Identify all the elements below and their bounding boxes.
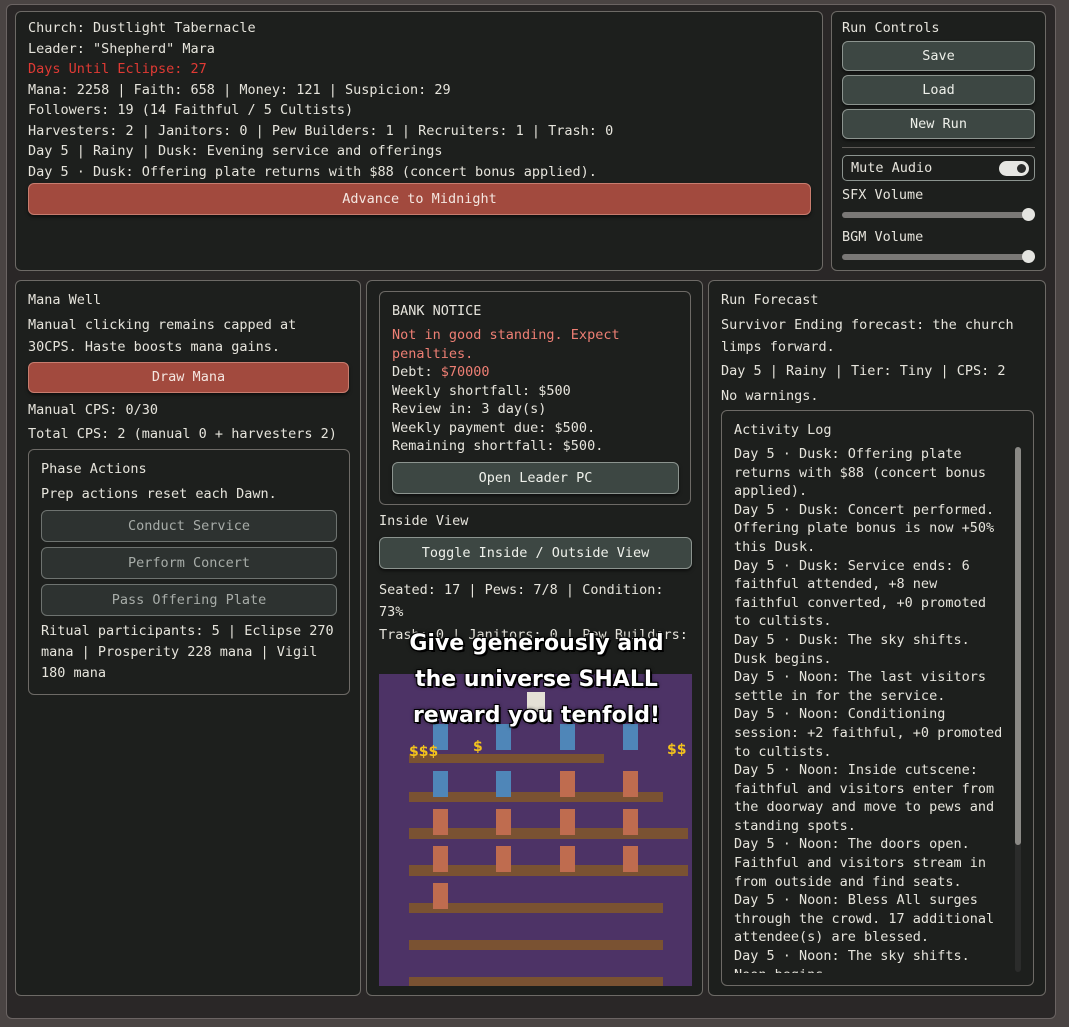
- mana-well-panel: Mana Well Manual clicking remains capped…: [15, 280, 361, 996]
- activity-log-list[interactable]: Day 5 · Dusk: Offering plate returns wit…: [734, 445, 1010, 973]
- phase-actions-title: Phase Actions: [41, 461, 147, 477]
- phase-info: Day 5 | Rainy | Dusk: Evening service an…: [28, 143, 443, 159]
- pass-offering-plate-button[interactable]: Pass Offering Plate: [41, 584, 337, 616]
- perform-concert-button[interactable]: Perform Concert: [41, 547, 337, 579]
- status-panel: Church: Dustlight Tabernacle Leader: "Sh…: [15, 11, 823, 271]
- cultist-figure: [623, 809, 638, 835]
- debt-value: $70000: [440, 364, 490, 380]
- eclipse-countdown: Days Until Eclipse: 27: [28, 61, 207, 77]
- money-popup-mid: $: [473, 739, 483, 755]
- bgm-volume-slider[interactable]: [842, 250, 1035, 263]
- ritual-info: Ritual participants: 5 | Eclipse 270 man…: [41, 623, 334, 681]
- toggle-knob: [1017, 164, 1026, 173]
- forecast-ending: Survivor Ending forecast: the church lim…: [721, 317, 1014, 355]
- controls-divider: [842, 147, 1035, 148]
- open-leader-pc-button[interactable]: Open Leader PC: [392, 462, 679, 494]
- run-controls-panel: Run Controls Save Load New Run Mute Audi…: [831, 11, 1046, 271]
- log-entry: Day 5 · Dusk: The sky shifts. Dusk begin…: [734, 631, 970, 667]
- faithful-figure: [496, 771, 511, 797]
- faithful-figure: [433, 771, 448, 797]
- run-controls-title: Run Controls: [842, 20, 940, 36]
- advance-button[interactable]: Advance to Midnight: [28, 183, 811, 215]
- forecast-warnings: No warnings.: [721, 388, 819, 404]
- phase-actions-box: Phase Actions Prep actions reset each Da…: [28, 449, 350, 695]
- log-entry: Day 5 · Noon: The last visitors settle i…: [734, 669, 986, 704]
- log-entry: Day 5 · Noon: The doors open. Faithful a…: [734, 836, 986, 890]
- mute-audio-row[interactable]: Mute Audio: [842, 155, 1035, 181]
- inside-view-title: Inside View: [379, 513, 469, 529]
- church-name: Church: Dustlight Tabernacle: [28, 20, 256, 36]
- mana-well-title: Mana Well: [28, 292, 102, 308]
- activity-log-scrollbar[interactable]: [1015, 447, 1021, 972]
- leader-name: Leader: "Shepherd" Mara: [28, 40, 215, 57]
- load-button[interactable]: Load: [842, 75, 1035, 105]
- log-entry: Day 5 · Noon: Inside cutscene: faithful …: [734, 762, 995, 834]
- phase-actions-note: Prep actions reset each Dawn.: [41, 486, 277, 502]
- bgm-volume-label: BGM Volume: [842, 229, 924, 245]
- seating-info: Seated: 17 | Pews: 7/8 | Condition: 73%: [379, 582, 664, 620]
- sermon-caption: Give generously and the universe SHALL r…: [409, 631, 664, 728]
- bank-notice-box: BANK NOTICE Not in good standing. Expect…: [379, 291, 691, 505]
- log-entry: Day 5 · Dusk: Service ends: 6 faithful a…: [734, 557, 986, 630]
- run-forecast-panel: Run Forecast Survivor Ending forecast: t…: [708, 280, 1046, 996]
- manual-cps: Manual CPS: 0/30: [28, 402, 159, 418]
- money-popup-right: $$: [667, 742, 687, 758]
- remaining-shortfall: Remaining shortfall: $500.: [392, 438, 604, 454]
- follower-stats: Followers: 19 (14 Faithful / 5 Cultists): [28, 102, 354, 118]
- forecast-title: Run Forecast: [721, 292, 819, 308]
- pew: [409, 865, 688, 876]
- log-entry: Day 5 · Noon: Bless All surges through t…: [734, 892, 995, 946]
- draw-mana-button[interactable]: Draw Mana: [28, 362, 349, 393]
- debt-label: Debt:: [392, 364, 441, 380]
- cultist-figure: [560, 846, 575, 872]
- cultist-figure: [496, 846, 511, 872]
- activity-log-box: Activity Log Day 5 · Dusk: Offering plat…: [721, 410, 1034, 986]
- pew: [409, 828, 688, 839]
- bgm-slider-knob[interactable]: [1022, 250, 1035, 263]
- review-days: Review in: 3 day(s): [392, 401, 547, 417]
- cultist-figure: [560, 809, 575, 835]
- mute-audio-label: Mute Audio: [851, 160, 933, 176]
- bank-debt: Debt: $70000: [392, 363, 490, 382]
- payment-due: Weekly payment due: $500.: [392, 420, 596, 436]
- mana-well-note: Manual clicking remains capped at 30CPS.…: [28, 317, 297, 355]
- money-popup-left: $$$: [409, 744, 439, 760]
- worker-stats: Harvesters: 2 | Janitors: 0 | Pew Builde…: [28, 122, 614, 139]
- cultist-figure: [433, 846, 448, 872]
- pew: [409, 754, 604, 763]
- cultist-figure: [560, 771, 575, 797]
- log-entry: Day 5 · Dusk: Concert performed. Offerin…: [734, 501, 995, 555]
- scrollbar-thumb[interactable]: [1015, 447, 1021, 845]
- pew: [409, 940, 663, 950]
- sfx-volume-slider[interactable]: [842, 208, 1035, 221]
- new-run-button[interactable]: New Run: [842, 109, 1035, 139]
- cultist-figure: [433, 809, 448, 835]
- cultist-figure: [433, 883, 448, 909]
- toggle-view-button[interactable]: Toggle Inside / Outside View: [379, 537, 692, 569]
- log-entry: Day 5 · Noon: The sky shifts. Noon begin…: [734, 948, 970, 973]
- weekly-shortfall: Weekly shortfall: $500: [392, 383, 571, 399]
- save-button[interactable]: Save: [842, 41, 1035, 71]
- cultist-figure: [496, 809, 511, 835]
- log-entry: Day 5 · Dusk: Offering plate returns wit…: [734, 446, 986, 500]
- last-event: Day 5 · Dusk: Offering plate returns wit…: [28, 163, 597, 180]
- activity-log-title: Activity Log: [734, 422, 832, 438]
- forecast-summary: Day 5 | Rainy | Tier: Tiny | CPS: 2: [721, 363, 1006, 379]
- sfx-slider-knob[interactable]: [1022, 208, 1035, 221]
- bank-notice-title: BANK NOTICE: [392, 303, 482, 319]
- mute-audio-toggle[interactable]: [999, 161, 1029, 176]
- pew: [409, 977, 663, 986]
- bank-standing: Not in good standing. Expect penalties.: [392, 327, 620, 362]
- log-entry: Day 5 · Noon: Conditioning session: +2 f…: [734, 706, 1003, 760]
- total-cps: Total CPS: 2 (manual 0 + harvesters 2): [28, 426, 337, 442]
- cultist-figure: [623, 771, 638, 797]
- cultist-figure: [623, 846, 638, 872]
- conduct-service-button[interactable]: Conduct Service: [41, 510, 337, 542]
- resource-stats: Mana: 2258 | Faith: 658 | Money: 121 | S…: [28, 81, 451, 98]
- sfx-volume-label: SFX Volume: [842, 187, 924, 203]
- inside-view-panel: BANK NOTICE Not in good standing. Expect…: [366, 280, 703, 996]
